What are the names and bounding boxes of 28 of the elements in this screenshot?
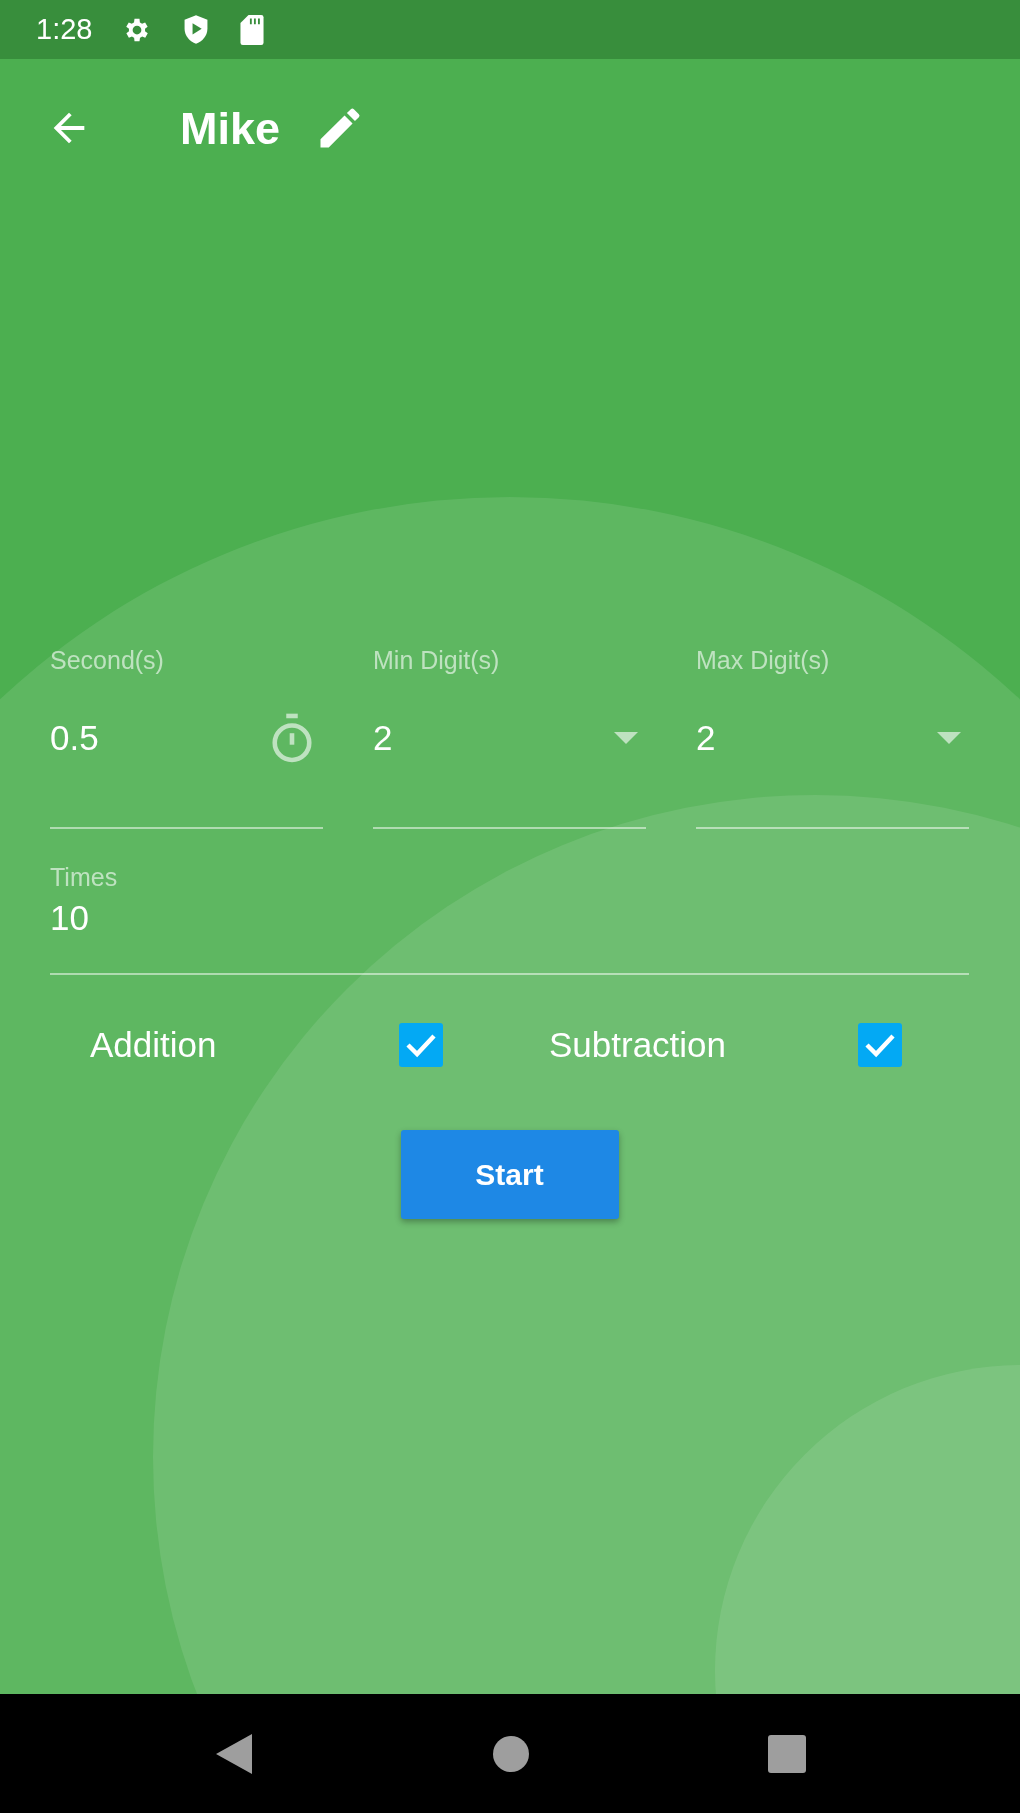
sd-card-icon — [240, 14, 265, 45]
field-value: 2 — [696, 718, 716, 758]
recents-nav-icon[interactable] — [767, 1734, 806, 1773]
status-time: 1:28 — [36, 13, 93, 46]
dropdown-caret-icon — [614, 732, 638, 744]
dropdown-field[interactable]: Max Digit(s) 2 — [696, 645, 969, 829]
checkbox[interactable] — [858, 1023, 902, 1067]
field-label: Max Digit(s) — [696, 645, 831, 675]
start-button[interactable]: Start — [400, 1130, 619, 1219]
checkbox-label: Addition — [90, 1025, 218, 1065]
input-field[interactable]: Second(s) 0.5 — [50, 645, 323, 829]
checkbox-label: Subtraction — [549, 1025, 728, 1065]
check-icon — [864, 1032, 896, 1058]
dropdown-caret-icon — [937, 732, 961, 744]
profile-name: Mike — [180, 103, 281, 155]
home-nav-icon[interactable] — [493, 1735, 529, 1772]
check-icon — [405, 1032, 437, 1058]
field-value: 2 — [373, 718, 393, 758]
checkbox[interactable] — [399, 1023, 443, 1067]
back-nav-icon[interactable] — [214, 1731, 255, 1776]
field-label: Second(s) — [50, 645, 165, 675]
field-value: 0.5 — [50, 718, 99, 758]
field-label: Times — [50, 863, 118, 891]
field-value: 10 — [50, 898, 90, 938]
dropdown-field[interactable]: Min Digit(s) 2 — [373, 645, 646, 829]
timer-icon — [269, 712, 315, 764]
field-label: Min Digit(s) — [373, 645, 501, 675]
times-field[interactable]: Times 10 — [50, 862, 969, 975]
